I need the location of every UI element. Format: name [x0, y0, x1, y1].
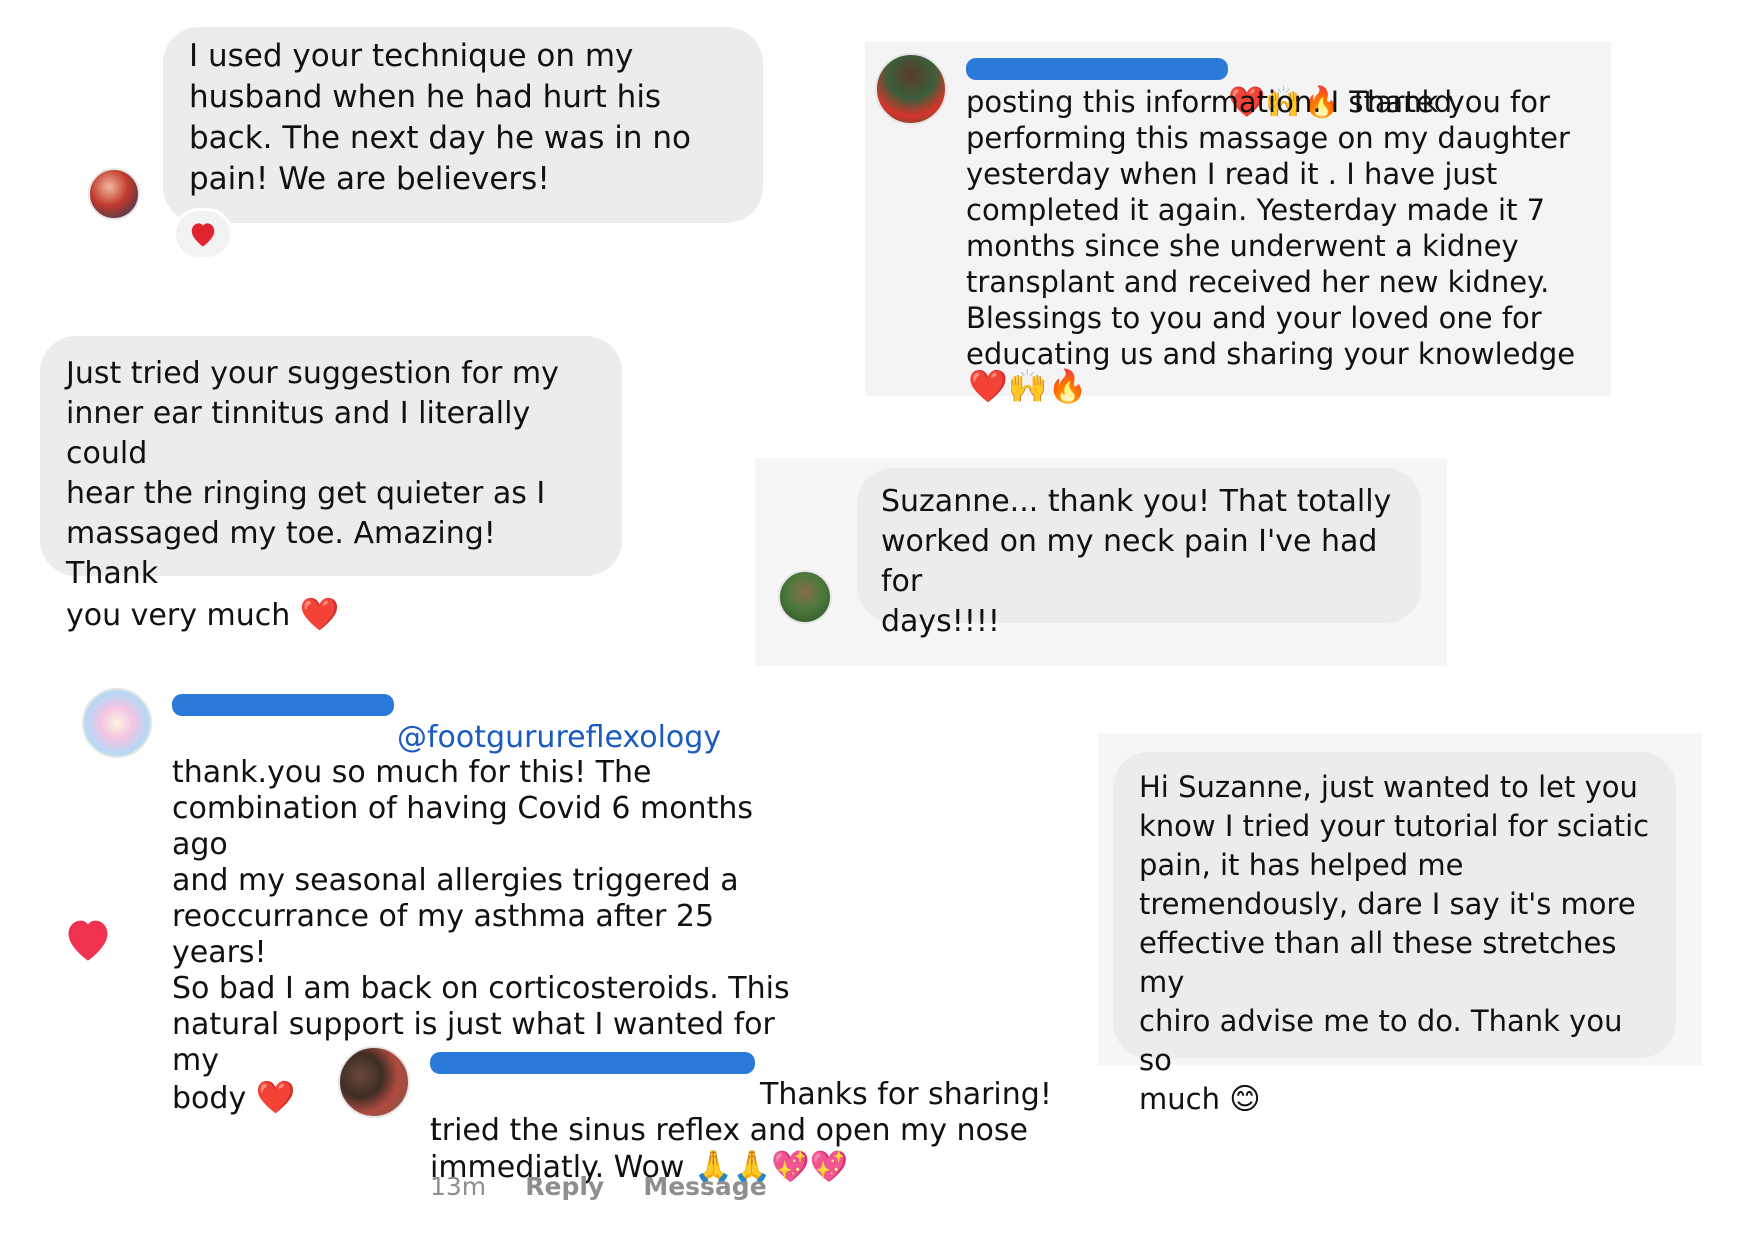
heart-icon[interactable]	[62, 914, 114, 964]
message-bubble: Suzanne... thank you! That totally worke…	[857, 468, 1421, 639]
avatar[interactable]	[338, 1046, 410, 1118]
emoji-trail: ❤️🙌🔥	[968, 367, 1088, 405]
message-text: Suzanne... thank you! That totally worke…	[881, 484, 1392, 639]
timestamp: 13m	[430, 1172, 487, 1201]
reply-link[interactable]: Reply	[525, 1172, 604, 1201]
comment-body: posting this information. I started perf…	[966, 85, 1576, 371]
message-bubble: I used your technique on my husband when…	[163, 27, 763, 223]
smile-emoji: 😊	[1229, 1082, 1261, 1117]
avatar[interactable]	[778, 570, 832, 624]
avatar[interactable]	[88, 168, 140, 220]
heart-emoji: ❤️	[255, 1078, 296, 1116]
message-link[interactable]: Message	[643, 1172, 766, 1201]
comment-body: tried the sinus reflex and open my nose …	[430, 1113, 1028, 1185]
message-bubble: Hi Suzanne, just wanted to let you know …	[1113, 752, 1676, 1117]
message-bubble: Just tried your suggestion for my inner …	[40, 336, 622, 633]
avatar[interactable]	[82, 688, 152, 758]
comment-meta: 13m Reply Message	[430, 1172, 767, 1201]
message-text: Hi Suzanne, just wanted to let you know …	[1139, 770, 1650, 1117]
heart-emoji: ❤️	[299, 595, 340, 633]
message-text: Just tried your suggestion for my inner …	[66, 356, 559, 633]
message-text: I used your technique on my husband when…	[189, 38, 691, 197]
heart-icon	[191, 223, 215, 247]
avatar[interactable]	[875, 53, 947, 125]
reaction-badge[interactable]	[173, 208, 233, 260]
